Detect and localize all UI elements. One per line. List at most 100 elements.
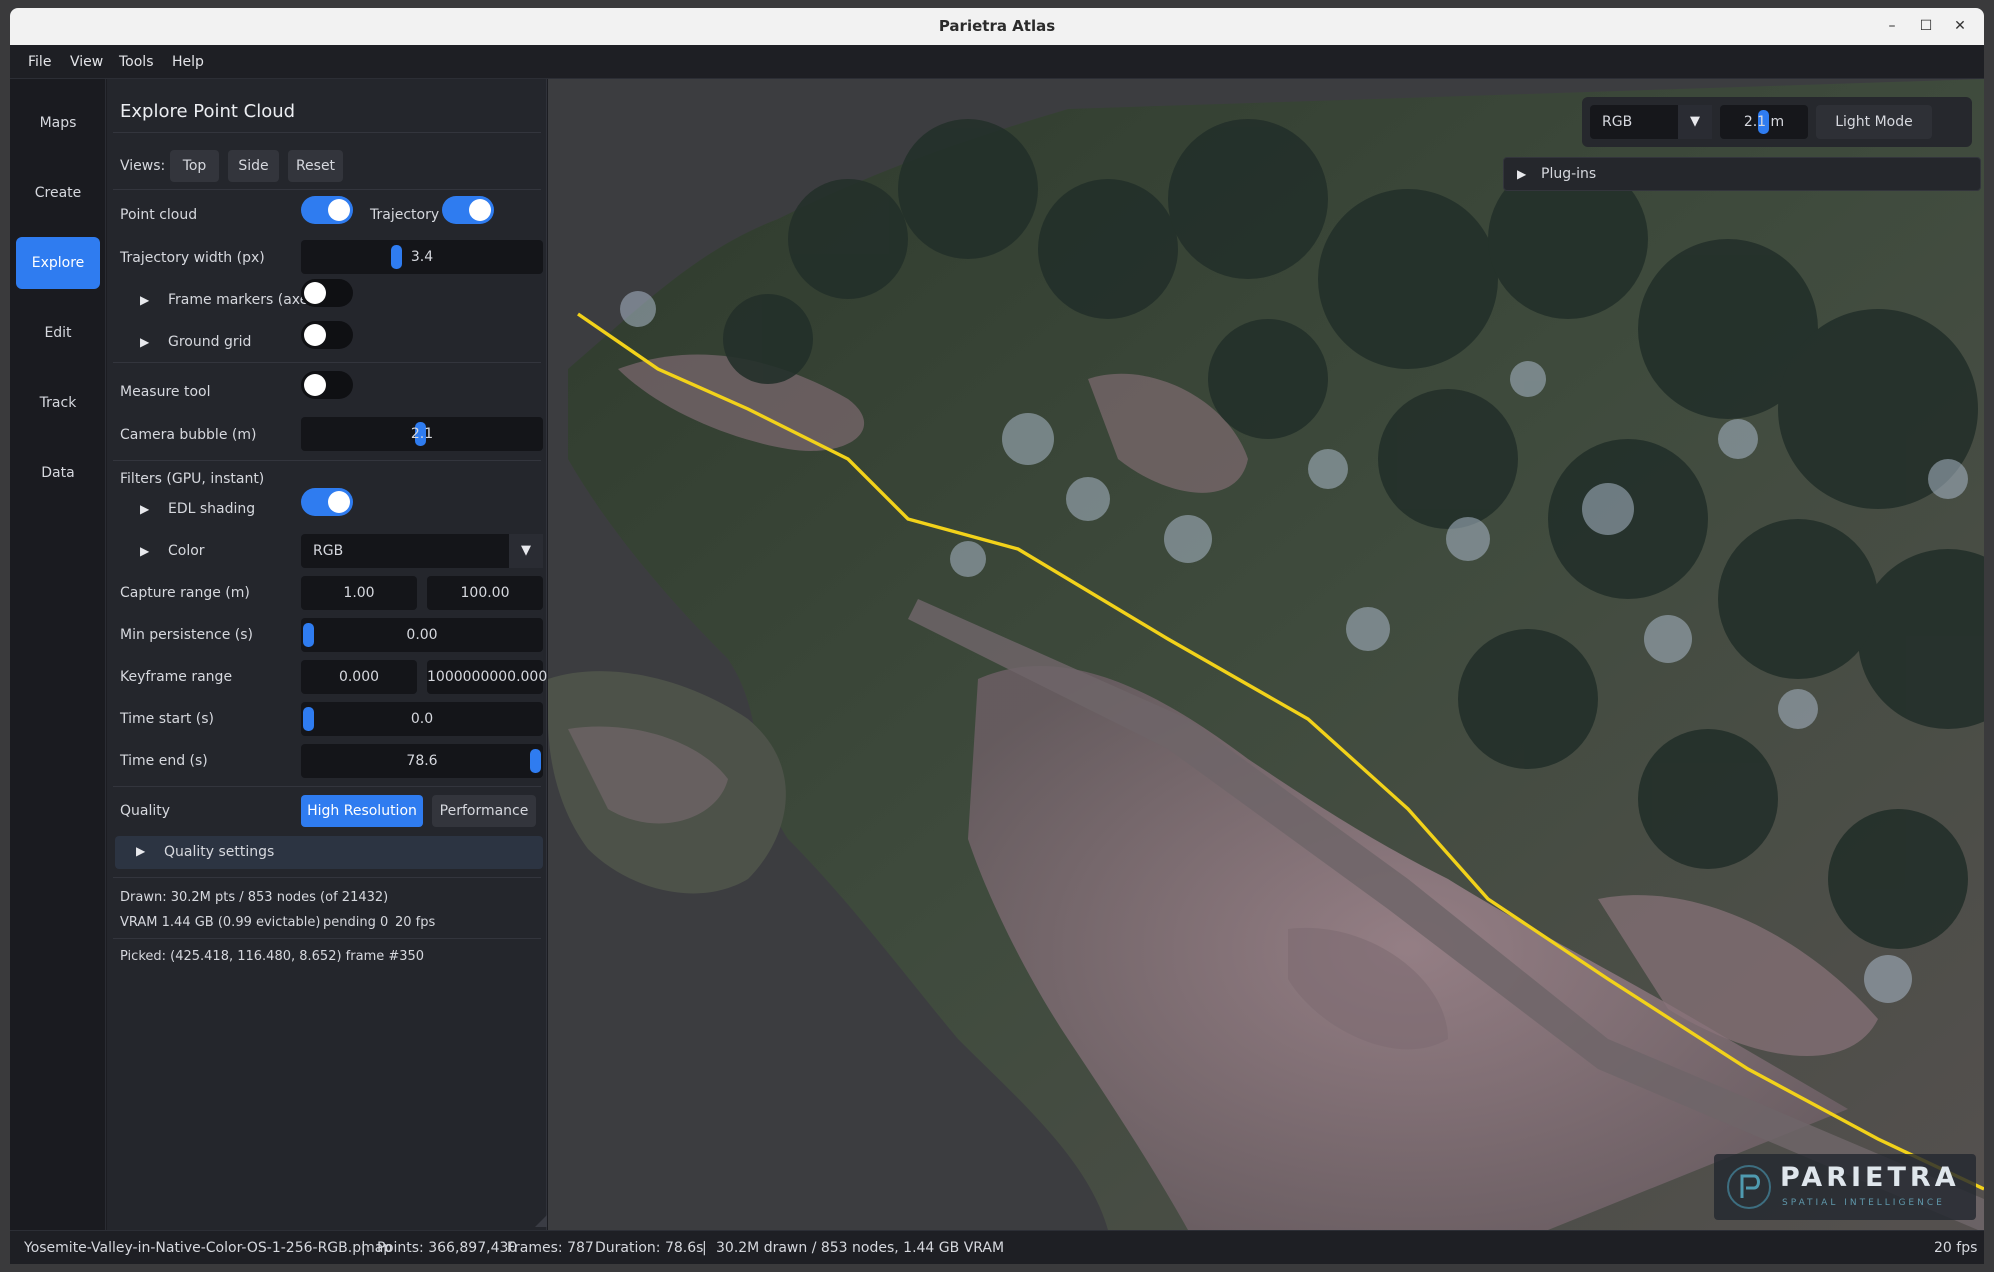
camera-bubble-slider[interactable]: 2.1 — [301, 417, 543, 451]
title-bar: Parietra Atlas – ☐ ✕ — [10, 8, 1984, 45]
rail-item-data[interactable]: Data — [16, 447, 100, 499]
divider — [113, 938, 541, 939]
trajectory-width-label: Trajectory width (px) — [120, 250, 265, 266]
viewport-color-select[interactable]: RGB ▼ — [1590, 105, 1712, 139]
divider — [113, 362, 541, 363]
point-cloud-toggle[interactable] — [301, 196, 353, 224]
slider-handle[interactable] — [303, 707, 314, 731]
status-fps: 20 fps — [1934, 1240, 1978, 1256]
quality-high-resolution-button[interactable]: High Resolution — [301, 795, 423, 827]
rail-item-explore[interactable]: Explore — [16, 237, 100, 289]
plugins-panel[interactable]: ▶ Plug-ins — [1503, 157, 1981, 191]
expand-arrow-icon[interactable]: ▶ — [136, 844, 145, 858]
chevron-down-icon[interactable]: ▼ — [1678, 105, 1712, 139]
expand-arrow-icon[interactable]: ▶ — [140, 502, 149, 516]
stats-drawn: Drawn: 30.2M pts / 853 nodes (of 21432) — [120, 890, 389, 905]
rail-item-edit[interactable]: Edit — [16, 307, 100, 359]
light-mode-button[interactable]: Light Mode — [1816, 105, 1932, 139]
capture-range-max-field[interactable]: 100.00 — [427, 576, 543, 610]
explore-panel: Explore Point Cloud Views: Top Side Rese… — [107, 79, 547, 1230]
keyframe-range-label: Keyframe range — [120, 669, 233, 685]
slider-handle[interactable] — [303, 623, 314, 647]
slider-handle[interactable] — [391, 245, 402, 269]
min-persistence-label: Min persistence (s) — [120, 627, 253, 643]
menu-file[interactable]: File — [28, 54, 51, 70]
close-icon[interactable]: ✕ — [1948, 14, 1972, 38]
stats-vram: VRAM 1.44 GB (0.99 evictable) — [120, 915, 321, 930]
menu-tools[interactable]: Tools — [119, 54, 154, 70]
color-select[interactable]: RGB ▼ — [301, 534, 543, 568]
picked-readout: Picked: (425.418, 116.480, 8.652) frame … — [120, 949, 425, 964]
filters-label: Filters (GPU, instant) — [120, 471, 265, 487]
divider — [113, 189, 541, 190]
point-cloud-viewport[interactable]: RGB ▼ 2.1 m Light Mode ▶ Plug-ins PARIET… — [548, 79, 1984, 1230]
divider — [113, 132, 541, 133]
nav-rail: Maps Create Explore Edit Track Data — [10, 79, 106, 1230]
chevron-down-icon[interactable]: ▼ — [509, 534, 543, 568]
min-persistence-value: 0.00 — [406, 627, 438, 643]
logo-mark-icon — [1726, 1164, 1772, 1210]
quality-settings-label: Quality settings — [164, 844, 275, 860]
resize-grip-icon[interactable] — [535, 1215, 547, 1227]
divider — [113, 877, 541, 878]
quality-label: Quality — [120, 803, 171, 819]
keyframe-max-field[interactable]: 1000000000.000 — [427, 660, 547, 694]
time-end-value: 78.6 — [406, 753, 438, 769]
rail-item-maps[interactable]: Maps — [16, 97, 100, 149]
slider-handle[interactable] — [530, 749, 541, 773]
trajectory-toggle[interactable] — [442, 196, 494, 224]
measure-tool-toggle[interactable] — [301, 371, 353, 399]
logo-text: PARIETRA — [1780, 1162, 1960, 1193]
stats-pending: pending 0 — [323, 915, 389, 930]
brand-logo: PARIETRA SPATIAL INTELLIGENCE — [1714, 1154, 1976, 1220]
time-end-slider[interactable]: 78.6 — [301, 744, 543, 778]
ground-grid-toggle[interactable] — [301, 321, 353, 349]
maximize-icon[interactable]: ☐ — [1914, 14, 1938, 38]
rail-item-track[interactable]: Track — [16, 377, 100, 429]
quality-settings-header[interactable]: ▶ Quality settings — [115, 836, 543, 869]
views-label: Views: — [120, 158, 166, 174]
expand-arrow-icon[interactable]: ▶ — [140, 335, 149, 349]
panel-title: Explore Point Cloud — [120, 101, 296, 122]
edl-shading-toggle[interactable] — [301, 488, 353, 516]
status-file: Yosemite-Valley-in-Native-Color-OS-1-256… — [24, 1240, 393, 1256]
time-start-label: Time start (s) — [120, 711, 214, 727]
point-cloud-render — [548, 79, 1984, 1230]
status-duration: Duration: 78.6s — [595, 1240, 704, 1256]
viewport-bubble-value: 2.1 m — [1743, 114, 1785, 130]
divider — [113, 460, 541, 461]
camera-bubble-label: Camera bubble (m) — [120, 427, 257, 443]
plugins-label: Plug-ins — [1541, 166, 1597, 182]
trajectory-label: Trajectory — [370, 207, 440, 223]
trajectory-width-value: 3.4 — [410, 249, 434, 265]
time-start-value: 0.0 — [410, 711, 434, 727]
menu-help[interactable]: Help — [172, 54, 204, 70]
ground-grid-label: Ground grid — [168, 334, 252, 350]
edl-shading-label: EDL shading — [168, 501, 256, 517]
status-bar: Yosemite-Valley-in-Native-Color-OS-1-256… — [10, 1230, 1984, 1264]
rail-item-create[interactable]: Create — [16, 167, 100, 219]
menu-bar: File View Tools Help — [10, 45, 1984, 79]
viewport-bubble-slider[interactable]: 2.1 m — [1720, 105, 1808, 139]
status-separator: | — [361, 1240, 366, 1256]
expand-arrow-icon[interactable]: ▶ — [140, 293, 149, 307]
capture-range-min-field[interactable]: 1.00 — [301, 576, 417, 610]
expand-arrow-icon[interactable]: ▶ — [140, 544, 149, 558]
time-start-slider[interactable]: 0.0 — [301, 702, 543, 736]
status-separator: | — [702, 1240, 707, 1256]
expand-arrow-icon[interactable]: ▶ — [1517, 167, 1526, 181]
trajectory-width-slider[interactable]: 3.4 — [301, 240, 543, 274]
measure-tool-label: Measure tool — [120, 384, 211, 400]
viewport-toolbar: RGB ▼ 2.1 m Light Mode — [1582, 97, 1972, 147]
capture-range-label: Capture range (m) — [120, 585, 250, 601]
view-side-button[interactable]: Side — [228, 150, 279, 182]
min-persistence-slider[interactable]: 0.00 — [301, 618, 543, 652]
time-end-label: Time end (s) — [120, 753, 208, 769]
menu-view[interactable]: View — [70, 54, 103, 70]
quality-performance-button[interactable]: Performance — [432, 795, 536, 827]
view-reset-button[interactable]: Reset — [288, 150, 343, 182]
frame-markers-toggle[interactable] — [301, 279, 353, 307]
keyframe-min-field[interactable]: 0.000 — [301, 660, 417, 694]
view-top-button[interactable]: Top — [170, 150, 219, 182]
minimize-icon[interactable]: – — [1880, 14, 1904, 38]
